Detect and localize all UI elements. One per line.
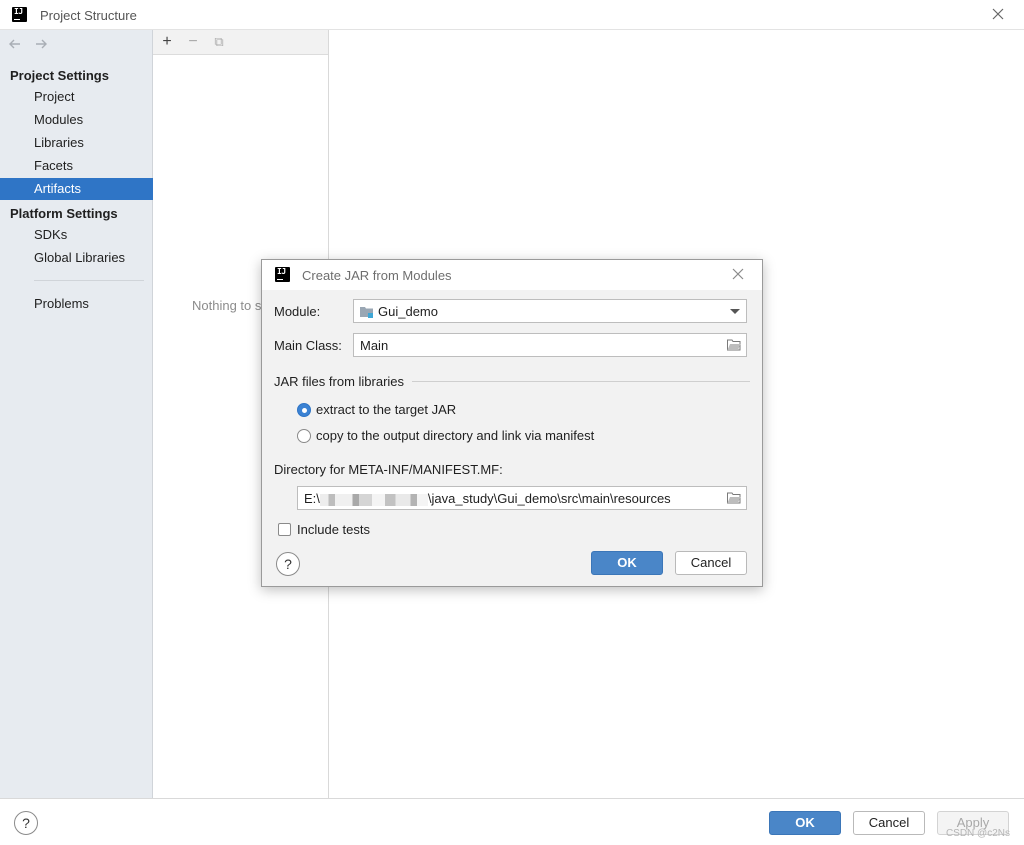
include-tests-label[interactable]: Include tests (297, 522, 370, 537)
window-title: Project Structure (40, 8, 137, 23)
main-class-value: Main (360, 338, 389, 353)
module-label: Module: (274, 304, 321, 319)
module-folder-icon (360, 307, 373, 318)
browse-folder-icon[interactable] (727, 492, 741, 504)
remove-artifact-button[interactable]: − (183, 32, 203, 52)
copy-radio[interactable] (297, 429, 311, 443)
forward-arrow-icon[interactable] (33, 36, 49, 52)
sidebar-item-libraries[interactable]: Libraries (0, 132, 153, 154)
redacted-path-segment (319, 493, 428, 506)
dialog-close-icon[interactable] (732, 268, 744, 280)
add-artifact-button[interactable]: + (157, 32, 177, 52)
dialog-cancel-button[interactable]: Cancel (675, 551, 747, 575)
manifest-dir-suffix: \java_study\Gui_demo\src\main\resources (427, 491, 671, 506)
cancel-button[interactable]: Cancel (853, 811, 925, 835)
main-class-input[interactable]: Main (353, 333, 747, 357)
sidebar-item-artifacts[interactable]: Artifacts (0, 178, 153, 200)
sidebar-divider (34, 280, 144, 281)
app-icon-text: IJ (14, 7, 23, 16)
sidebar-item-sdks[interactable]: SDKs (0, 224, 153, 246)
ok-button[interactable]: OK (769, 811, 841, 835)
dialog-ok-button[interactable]: OK (591, 551, 663, 575)
manifest-dir-value: E:\ \java_study\Gui_demo\src\main\resourc… (304, 491, 671, 506)
project-settings-header: Project Settings (10, 68, 109, 83)
manifest-dir-label: Directory for META-INF/MANIFEST.MF: (274, 462, 503, 477)
browse-folder-icon[interactable] (727, 339, 741, 351)
sidebar-item-modules[interactable]: Modules (0, 109, 153, 131)
artifacts-toolbar: + − ⧉ (153, 30, 328, 55)
sidebar-item-project[interactable]: Project (0, 86, 153, 108)
extract-radio-label[interactable]: extract to the target JAR (316, 402, 456, 417)
window-title-bar: IJ Project Structure (0, 0, 1024, 30)
back-arrow-icon[interactable] (7, 36, 23, 52)
copy-radio-label[interactable]: copy to the output directory and link vi… (316, 428, 594, 443)
main-class-label: Main Class: (274, 338, 342, 353)
dialog-help-button[interactable]: ? (276, 552, 300, 576)
jar-files-group-title: JAR files from libraries (274, 374, 405, 389)
manifest-dir-input[interactable]: E:\ \java_study\Gui_demo\src\main\resourc… (297, 486, 747, 510)
include-tests-checkbox[interactable] (278, 523, 291, 536)
platform-settings-header: Platform Settings (10, 206, 118, 221)
sidebar-item-problems[interactable]: Problems (0, 293, 153, 315)
intellij-app-icon: IJ (12, 7, 27, 22)
copy-artifact-icon[interactable]: ⧉ (209, 32, 229, 52)
sidebar-item-facets[interactable]: Facets (0, 155, 153, 177)
bottom-button-bar: ? OK Cancel Apply CSDN @c2Ns (0, 798, 1024, 845)
dialog-title-bar: IJ Create JAR from Modules (262, 260, 762, 290)
dialog-app-icon: IJ (275, 267, 290, 282)
window-close-icon[interactable] (990, 6, 1006, 22)
module-select[interactable]: Gui_demo (353, 299, 747, 323)
manifest-dir-prefix: E:\ (304, 491, 320, 506)
chevron-down-icon[interactable] (730, 309, 740, 314)
help-button[interactable]: ? (14, 811, 38, 835)
dialog-app-icon-text: IJ (277, 267, 286, 276)
settings-sidebar: Project Settings Project Modules Librari… (0, 30, 153, 798)
group-divider (412, 381, 750, 382)
dialog-title: Create JAR from Modules (302, 268, 452, 283)
module-select-value: Gui_demo (378, 304, 438, 319)
watermark-text: CSDN @c2Ns (945, 828, 1010, 839)
extract-radio[interactable] (297, 403, 311, 417)
create-jar-dialog: IJ Create JAR from Modules Module: Gui_d… (261, 259, 763, 587)
sidebar-item-global-libraries[interactable]: Global Libraries (0, 247, 153, 269)
